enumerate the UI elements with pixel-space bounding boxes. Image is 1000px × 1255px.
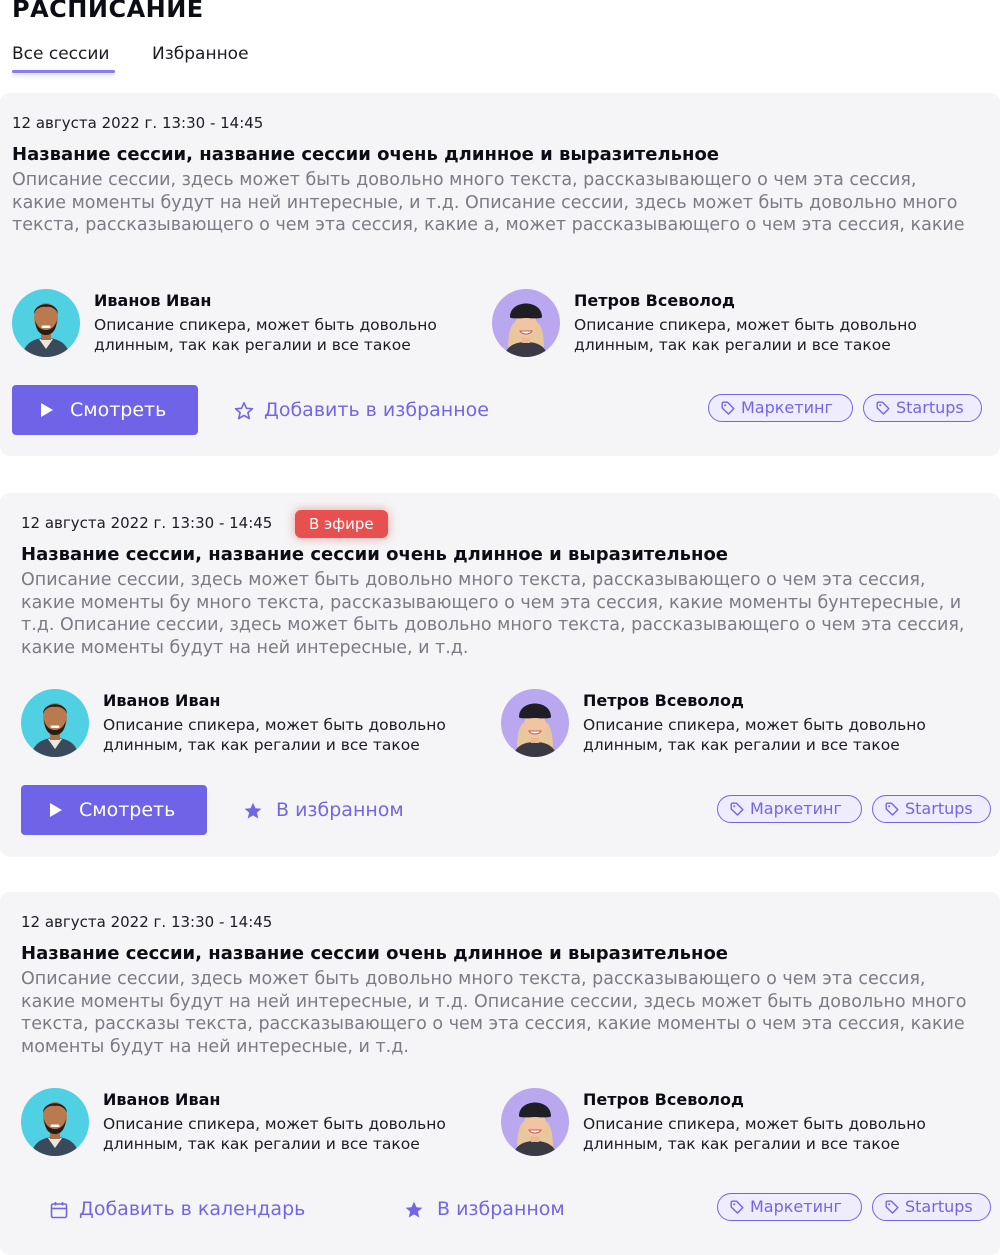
star-outline-icon <box>234 402 254 420</box>
speaker-description: Описание спикера, может быть довольно дл… <box>583 1115 926 1153</box>
session-description: Описание сессии, здесь может быть доволь… <box>21 969 967 1057</box>
tag-label: Маркетинг <box>750 799 842 818</box>
speaker-description: Описание спикера, может быть довольно дл… <box>583 716 926 754</box>
avatar <box>492 289 560 357</box>
watch-button[interactable]: Смотреть <box>12 385 198 435</box>
session-title: Название сессии, название сессии очень д… <box>21 544 729 565</box>
play-icon <box>41 403 53 417</box>
speaker-name: Иванов Иван <box>94 291 212 310</box>
speaker-name: Петров Всеволод <box>583 1090 744 1109</box>
calendar-label: Добавить в календарь <box>79 1198 306 1220</box>
session-date: 12 августа 2022 г. 13:30 - 14:45 <box>21 913 273 931</box>
tab-favorites[interactable]: Избранное <box>152 44 249 64</box>
tag-label: Маркетинг <box>750 1197 842 1216</box>
tag-chip[interactable]: Startups <box>872 795 991 823</box>
session-description: Описание сессии, здесь может быть доволь… <box>21 570 965 658</box>
tag-chip[interactable]: Startups <box>872 1193 991 1221</box>
avatar <box>21 1088 89 1156</box>
active-tab-indicator <box>12 70 115 73</box>
speaker-name: Петров Всеволод <box>583 691 744 710</box>
tag-label: Маркетинг <box>741 398 833 417</box>
tab-all-sessions[interactable]: Все сессии <box>12 44 109 64</box>
tag-chip[interactable]: Маркетинг <box>717 1193 862 1221</box>
tag-icon <box>730 1200 744 1214</box>
tag-chip[interactable]: Startups <box>863 394 982 422</box>
watch-label: Смотреть <box>70 399 167 421</box>
speaker-description: Описание спикера, может быть довольно дл… <box>103 716 446 754</box>
watch-button[interactable]: Смотреть <box>21 785 207 835</box>
tag-label: Startups <box>905 1197 973 1216</box>
tag-icon <box>876 401 890 415</box>
session-date: 12 августа 2022 г. 13:30 - 14:45 <box>21 514 273 532</box>
favorite-label: Добавить в избранное <box>264 399 489 421</box>
session-title: Название сессии, название сессии очень д… <box>12 144 720 165</box>
live-badge: В эфире <box>295 510 388 538</box>
star-filled-icon <box>244 802 262 819</box>
speaker-description: Описание спикера, может быть довольно дл… <box>103 1115 446 1153</box>
session-card: 12 августа 2022 г. 13:30 - 14:45 Названи… <box>0 892 1000 1255</box>
avatar <box>501 689 569 757</box>
speaker-name: Иванов Иван <box>103 1090 221 1109</box>
session-card: 12 августа 2022 г. 13:30 - 14:45 Названи… <box>0 93 1000 456</box>
favorite-label: В избранном <box>276 799 404 821</box>
tag-icon <box>885 1200 899 1214</box>
speaker-description: Описание спикера, может быть довольно дл… <box>94 316 437 354</box>
tag-icon <box>730 802 744 816</box>
session-card: 12 августа 2022 г. 13:30 - 14:45 В эфире… <box>0 493 1000 857</box>
session-date: 12 августа 2022 г. 13:30 - 14:45 <box>12 114 264 132</box>
avatar <box>12 289 80 357</box>
speaker-name: Петров Всеволод <box>574 291 735 310</box>
tag-chip[interactable]: Маркетинг <box>708 394 853 422</box>
avatar <box>21 689 89 757</box>
calendar-icon <box>50 1202 68 1219</box>
page-title: РАСПИСАНИЕ <box>12 0 204 23</box>
session-description: Описание сессии, здесь может быть доволь… <box>12 170 965 235</box>
play-icon <box>50 803 62 817</box>
tag-label: Startups <box>896 398 964 417</box>
tag-label: Startups <box>905 799 973 818</box>
speaker-name: Иванов Иван <box>103 691 221 710</box>
favorite-label: В избранном <box>437 1198 565 1220</box>
session-title: Название сессии, название сессии очень д… <box>21 943 729 964</box>
tag-chip[interactable]: Маркетинг <box>717 795 862 823</box>
tag-icon <box>721 401 735 415</box>
watch-label: Смотреть <box>79 799 176 821</box>
tag-icon <box>885 802 899 816</box>
speaker-description: Описание спикера, может быть довольно дл… <box>574 316 917 354</box>
avatar <box>501 1088 569 1156</box>
star-filled-icon <box>405 1201 423 1218</box>
